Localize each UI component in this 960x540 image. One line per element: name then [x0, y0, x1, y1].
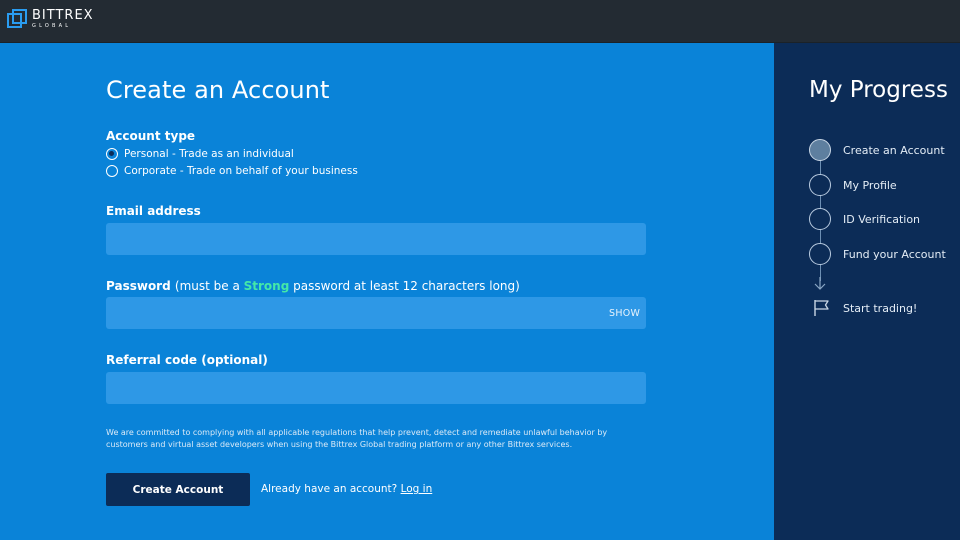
bittrex-logo[interactable]: BITTREX GLOBAL [7, 9, 94, 29]
step-circle-fund-account [809, 243, 831, 265]
progress-title: My Progress [809, 77, 948, 103]
radio-personal[interactable]: Personal - Trade as an individual [106, 148, 294, 160]
compliance-disclaimer: We are committed to complying with all a… [106, 428, 608, 449]
arrow-down-icon [814, 277, 826, 290]
account-type-label: Account type [106, 129, 196, 143]
login-prompt: Already have an account? Log in [261, 483, 432, 495]
step-label-my-profile: My Profile [843, 179, 897, 192]
step-circle-id-verification [809, 208, 831, 230]
show-password-button[interactable]: SHOW [609, 308, 640, 319]
referral-label: Referral code (optional) [106, 353, 268, 367]
radio-corporate-label: Corporate - Trade on behalf of your busi… [124, 165, 358, 177]
password-label: Password (must be a Strong password at l… [106, 279, 520, 293]
password-input[interactable] [106, 297, 646, 329]
step-label-create-account: Create an Account [843, 144, 945, 157]
email-input[interactable] [106, 223, 646, 255]
step-label-start-trading: Start trading! [843, 302, 918, 315]
referral-input[interactable] [106, 372, 646, 404]
radio-corporate[interactable]: Corporate - Trade on behalf of your busi… [106, 165, 358, 177]
progress-sidebar: My Progress Create an Account My Profile… [774, 43, 960, 540]
login-link[interactable]: Log in [401, 483, 433, 495]
password-label-text: Password [106, 279, 171, 293]
radio-personal-label: Personal - Trade as an individual [124, 148, 294, 160]
login-prompt-text: Already have an account? [261, 483, 401, 495]
signup-form-panel: Create an Account Account type Personal … [0, 43, 774, 540]
flag-icon [814, 300, 829, 316]
bittrex-logo-icon [7, 9, 27, 28]
step-label-fund-account: Fund your Account [843, 248, 946, 261]
brand-sub: GLOBAL [32, 23, 72, 29]
top-bar: BITTREX GLOBAL [0, 0, 960, 43]
radio-personal-indicator[interactable] [106, 148, 118, 160]
password-hint-pre: (must be a [174, 279, 244, 293]
password-hint-post: password at least 12 characters long) [289, 279, 520, 293]
password-hint-strong: Strong [243, 279, 290, 293]
step-circle-my-profile [809, 174, 831, 196]
brand-name: BITTREX [32, 8, 94, 23]
page-title: Create an Account [106, 76, 330, 104]
email-label: Email address [106, 204, 201, 218]
step-label-id-verification: ID Verification [843, 213, 921, 226]
create-account-button[interactable]: Create Account [106, 473, 250, 506]
step-circle-create-account [809, 139, 831, 161]
radio-corporate-indicator[interactable] [106, 165, 118, 177]
